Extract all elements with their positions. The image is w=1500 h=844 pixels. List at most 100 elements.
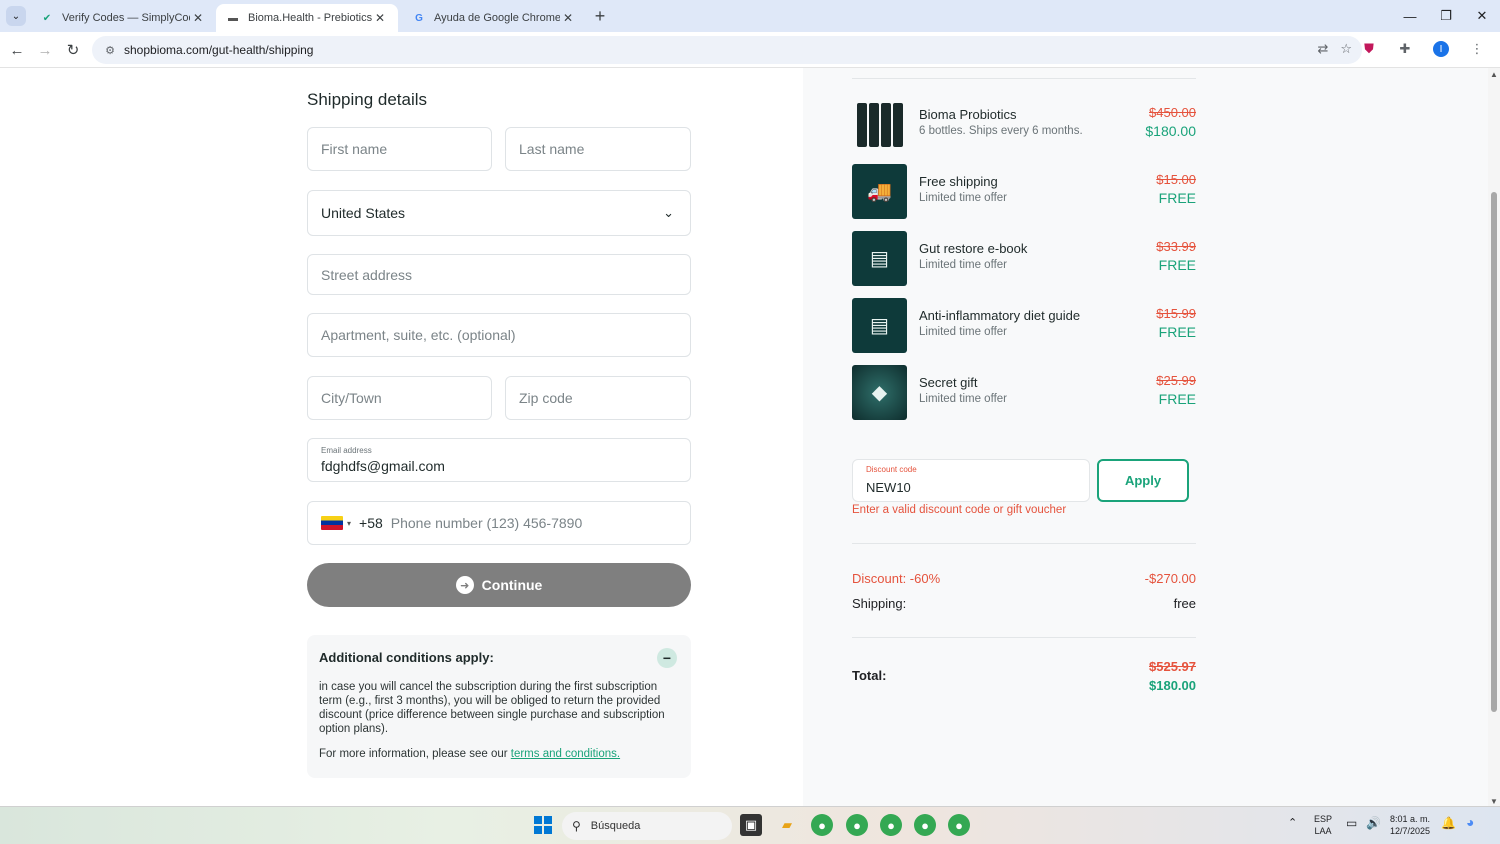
email-field[interactable]: Email address fdghdfs@gmail.com bbox=[307, 438, 691, 482]
chrome-icon[interactable]: ● bbox=[948, 814, 970, 836]
close-icon[interactable]: ✕ bbox=[560, 10, 576, 26]
more-info-text: For more information, please see our bbox=[319, 748, 511, 760]
shipping-row-label: Shipping: bbox=[852, 596, 907, 611]
discount-row: Discount: -60% -$270.00 bbox=[852, 571, 1196, 589]
order-item: ◆ Secret gift Limited time offer $25.99 … bbox=[852, 365, 1196, 421]
collapse-minus-icon[interactable]: − bbox=[657, 648, 677, 668]
apply-button[interactable]: Apply bbox=[1097, 459, 1189, 502]
shield-extension-icon[interactable]: ⛊ bbox=[1356, 36, 1382, 62]
discount-error: Enter a valid discount code or gift vouc… bbox=[852, 504, 1067, 516]
clock[interactable]: 8:01 a. m. 12/7/2025 bbox=[1390, 813, 1430, 837]
address-bar[interactable]: ⚙ shopbioma.com/gut-health/shipping ⇄ ☆ bbox=[92, 36, 1362, 64]
section-title: Shipping details bbox=[307, 90, 428, 109]
file-explorer-icon[interactable]: ▰ bbox=[776, 814, 798, 836]
shipping-column: Shipping details First name Last name Un… bbox=[0, 68, 803, 806]
scroll-down-icon[interactable]: ▼ bbox=[1490, 797, 1498, 806]
close-window-icon[interactable]: ✕ bbox=[1464, 0, 1500, 32]
clock-time: 8:01 a. m. bbox=[1390, 814, 1431, 824]
tab-search-button[interactable]: ⌄ bbox=[6, 6, 26, 26]
volume-icon[interactable]: 🔊 bbox=[1366, 817, 1381, 829]
tab-simplycodes[interactable]: ✔ Verify Codes — SimplyCodes ✕ bbox=[30, 4, 216, 32]
first-name-placeholder: First name bbox=[321, 141, 388, 157]
email-value: fdghdfs@gmail.com bbox=[321, 458, 445, 474]
windows-taskbar: ⚲ Búsqueda ▣ ▰ ● ● ● ● ● ⌃ ESP LAA ▭ 🔊 8… bbox=[0, 806, 1500, 844]
chrome-icon[interactable]: ● bbox=[811, 814, 833, 836]
discount-row-label: Discount: -60% bbox=[852, 571, 941, 586]
windows-start-icon[interactable] bbox=[534, 816, 552, 834]
item-subtitle: 6 bottles. Ships every 6 months. bbox=[919, 125, 1083, 137]
new-tab-button[interactable]: + bbox=[590, 6, 610, 26]
taskbar-search[interactable]: ⚲ Búsqueda bbox=[562, 812, 732, 840]
restore-icon[interactable]: ❐ bbox=[1428, 0, 1464, 32]
chevron-up-icon[interactable]: ⌃ bbox=[1288, 817, 1297, 829]
url-text: shopbioma.com/gut-health/shipping bbox=[124, 43, 314, 57]
notification-bell-icon[interactable]: 🔔 bbox=[1441, 817, 1456, 829]
arrow-right-icon: ➜ bbox=[455, 576, 474, 594]
language-indicator[interactable]: ESP LAA bbox=[1314, 813, 1332, 837]
item-name: Free shipping bbox=[919, 174, 998, 189]
close-icon[interactable]: ✕ bbox=[372, 10, 388, 26]
task-view-icon[interactable]: ▣ bbox=[740, 814, 762, 836]
page-scrollbar[interactable]: ▲ ▼ bbox=[1488, 68, 1500, 806]
continue-button[interactable]: ➜ Continue bbox=[307, 563, 691, 607]
divider bbox=[852, 637, 1196, 638]
item-subtitle: Limited time offer bbox=[919, 192, 1007, 204]
phone-placeholder: Phone number (123) 456-7890 bbox=[390, 515, 583, 531]
phone-country-code: +58 bbox=[359, 515, 383, 531]
tab-strip: ⌄ ✔ Verify Codes — SimplyCodes ✕ ▬ Bioma… bbox=[0, 0, 1500, 32]
profile-avatar[interactable]: I bbox=[1433, 41, 1449, 57]
minimize-icon[interactable]: — bbox=[1392, 0, 1428, 32]
gift-image: ◆ bbox=[852, 365, 907, 420]
chrome-icon[interactable]: ● bbox=[846, 814, 868, 836]
continue-label: Continue bbox=[481, 577, 543, 593]
scroll-up-icon[interactable]: ▲ bbox=[1490, 70, 1498, 79]
email-label: Email address bbox=[321, 446, 372, 455]
puzzle-extensions-icon[interactable]: ✚ bbox=[1392, 36, 1418, 62]
language-top: ESP bbox=[1314, 814, 1333, 824]
reload-icon[interactable]: ↻ bbox=[62, 39, 84, 61]
copilot-icon[interactable]: ◕ bbox=[1466, 815, 1474, 829]
site-info-icon[interactable]: ⚙ bbox=[102, 42, 118, 58]
scrollbar-thumb[interactable] bbox=[1491, 192, 1497, 712]
forward-icon[interactable]: → bbox=[34, 39, 56, 61]
phone-field[interactable]: ▾ +58 Phone number (123) 456-7890 bbox=[307, 501, 691, 545]
item-subtitle: Limited time offer bbox=[919, 259, 1007, 271]
order-item: ▤ Gut restore e-book Limited time offer … bbox=[852, 231, 1196, 287]
tab-chrome-help[interactable]: G Ayuda de Google Chrome ✕ bbox=[402, 4, 586, 32]
discount-value: NEW10 bbox=[866, 480, 911, 495]
product-image bbox=[852, 97, 907, 152]
venezuela-flag-icon[interactable] bbox=[321, 516, 343, 530]
terms-link[interactable]: terms and conditions. bbox=[511, 748, 620, 760]
back-icon[interactable]: ← bbox=[6, 39, 28, 61]
tab-title: Ayuda de Google Chrome bbox=[434, 12, 560, 24]
truck-icon: 🚚 bbox=[852, 164, 907, 219]
chrome-icon[interactable]: ● bbox=[880, 814, 902, 836]
zip-field[interactable]: Zip code bbox=[505, 376, 691, 420]
order-item: ▤ Anti-inflammatory diet guide Limited t… bbox=[852, 298, 1196, 354]
city-field[interactable]: City/Town bbox=[307, 376, 492, 420]
close-icon[interactable]: ✕ bbox=[190, 10, 206, 26]
caret-down-icon[interactable]: ▾ bbox=[347, 519, 351, 528]
first-name-field[interactable]: First name bbox=[307, 127, 492, 171]
last-name-field[interactable]: Last name bbox=[505, 127, 691, 171]
apartment-field[interactable]: Apartment, suite, etc. (optional) bbox=[307, 313, 691, 357]
translate-icon[interactable]: ⇄ bbox=[1317, 41, 1328, 57]
city-placeholder: City/Town bbox=[321, 390, 382, 406]
item-old-price: $15.99 bbox=[1156, 306, 1196, 321]
discount-label: Discount code bbox=[866, 465, 917, 474]
menu-kebab-icon[interactable]: ⋮ bbox=[1464, 36, 1490, 62]
last-name-placeholder: Last name bbox=[519, 141, 585, 157]
ebook-image: ▤ bbox=[852, 231, 907, 286]
language-bottom: LAA bbox=[1314, 826, 1332, 836]
clock-date: 12/7/2025 bbox=[1390, 826, 1431, 836]
bookmark-star-icon[interactable]: ☆ bbox=[1340, 41, 1352, 57]
discount-code-input[interactable]: Discount code NEW10 bbox=[852, 459, 1090, 502]
chrome-icon[interactable]: ● bbox=[914, 814, 936, 836]
total-new: $180.00 bbox=[1149, 678, 1196, 693]
country-select[interactable]: United States ⌄ bbox=[307, 190, 691, 236]
street-address-field[interactable]: Street address bbox=[307, 254, 691, 295]
tab-title: Bioma.Health - Prebiotics, Prob bbox=[248, 12, 372, 24]
tab-bioma[interactable]: ▬ Bioma.Health - Prebiotics, Prob ✕ bbox=[216, 4, 398, 32]
discount-row-value: -$270.00 bbox=[1144, 571, 1196, 586]
network-icon[interactable]: ▭ bbox=[1346, 817, 1357, 829]
